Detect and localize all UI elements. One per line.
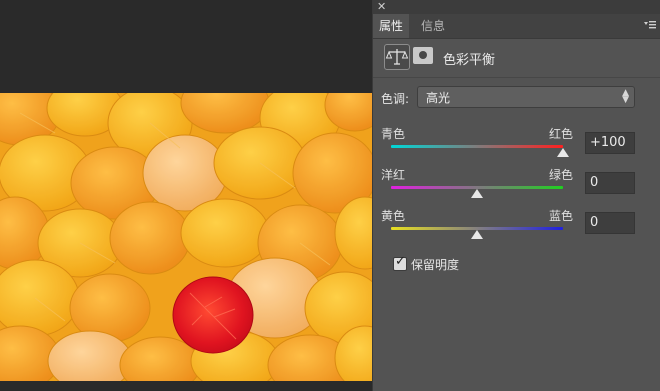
slider-yellow-label: 黄色: [381, 209, 406, 223]
slider-blue-label: 蓝色: [549, 209, 574, 223]
cyan-red-value-field[interactable]: +100: [585, 132, 635, 154]
tab-properties[interactable]: 属性: [373, 14, 410, 38]
preserve-luminosity-label: 保留明度: [411, 258, 460, 272]
adjustment-title: 色彩平衡: [443, 53, 496, 68]
tab-info-label: 信息: [421, 19, 446, 33]
preserve-luminosity-checkbox[interactable]: ✓: [393, 254, 407, 271]
close-icon[interactable]: ✕: [377, 0, 386, 14]
slider-magenta-label: 洋红: [381, 168, 406, 182]
slider-green-label: 绿色: [549, 168, 574, 182]
layer-mask-icon[interactable]: [413, 47, 433, 64]
slider-yellow-blue-thumb[interactable]: [471, 230, 483, 239]
tab-info[interactable]: 信息: [415, 14, 451, 38]
tone-select-value: 高光: [426, 91, 451, 105]
balance-scale-icon[interactable]: [384, 44, 410, 70]
canvas-image-autumn-leaves[interactable]: [0, 93, 372, 381]
slider-cyan-red-track[interactable]: [391, 145, 563, 148]
select-arrows-icon: ▲ ▼: [622, 88, 629, 105]
panel-tab-bar: 属性 信息: [373, 14, 660, 39]
slider-magenta-green-thumb[interactable]: [471, 189, 483, 198]
properties-panel: ✕ 属性 信息 色彩平衡 色调: 高光 ▲ ▼ 青色 红色 +100 洋红 绿色…: [372, 0, 660, 391]
tab-properties-label: 属性: [379, 19, 404, 33]
panel-menu-icon[interactable]: [643, 18, 657, 32]
slider-cyan-red-thumb[interactable]: [557, 148, 569, 157]
panel-title-bar: ✕: [373, 0, 660, 14]
tone-label: 色调:: [381, 92, 410, 106]
tone-select[interactable]: 高光 ▲ ▼: [417, 86, 635, 108]
document-workspace: [0, 0, 372, 391]
slider-red-label: 红色: [549, 127, 574, 141]
magenta-green-value-field[interactable]: 0: [585, 172, 635, 194]
leaves-photo: [0, 93, 372, 381]
checkmark-icon: ✓: [395, 254, 406, 269]
yellow-blue-value-field[interactable]: 0: [585, 212, 635, 234]
adjustment-header: 色彩平衡: [373, 39, 660, 78]
slider-cyan-label: 青色: [381, 127, 406, 141]
